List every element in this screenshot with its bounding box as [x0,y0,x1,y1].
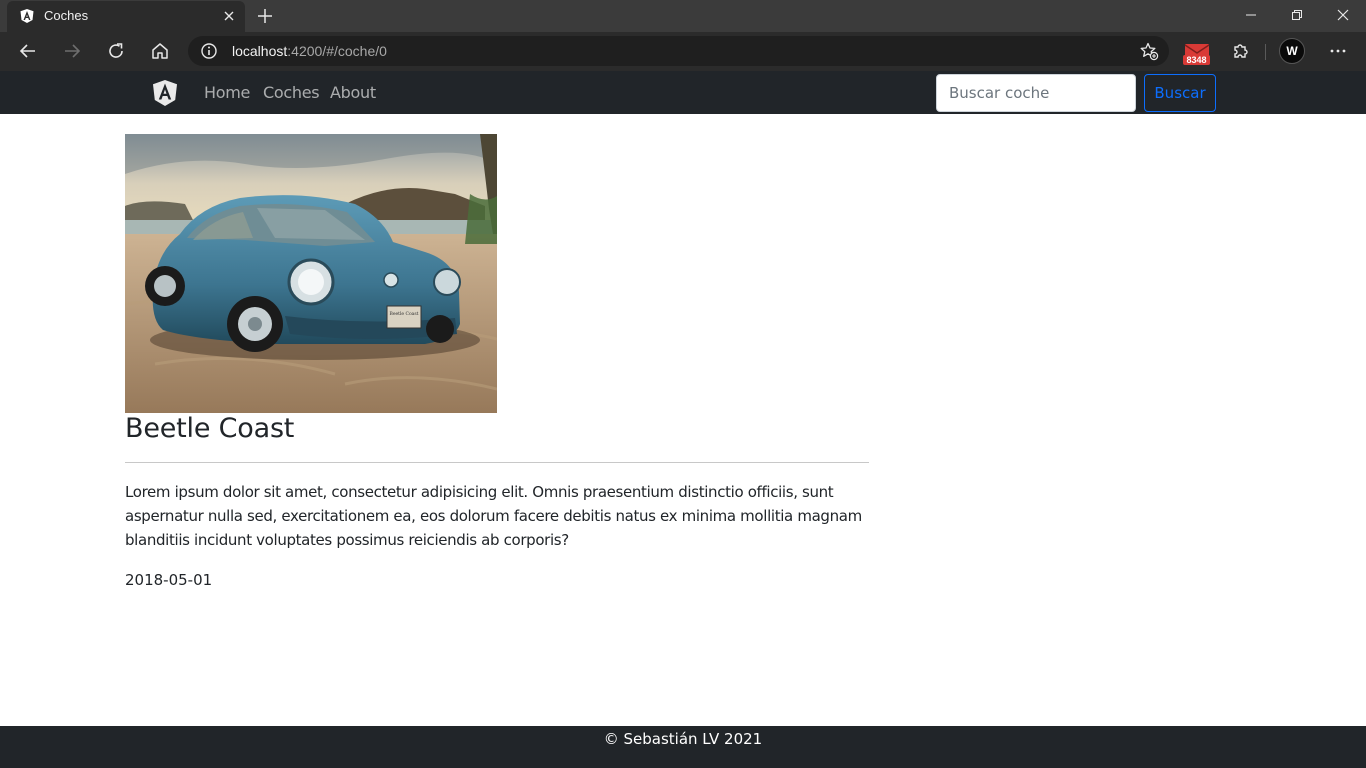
refresh-icon [109,43,123,58]
extensions-icon [1234,44,1248,58]
car-image: Beetle Coast [125,134,497,413]
extensions-button[interactable] [1229,39,1253,63]
search-input[interactable] [936,74,1136,112]
restore-button[interactable] [1274,0,1320,30]
back-icon [19,44,35,58]
more-icon [1330,49,1346,53]
home-button[interactable] [148,39,172,63]
back-button[interactable] [16,39,40,63]
url-host: localhost [232,43,288,59]
car-title: Beetle Coast [125,413,295,444]
add-favorite-icon[interactable] [1139,41,1159,61]
forward-button[interactable] [60,39,84,63]
url-path: :4200/#/coche/0 [287,43,387,59]
browser-tab[interactable]: Coches [7,1,245,32]
car-description: Lorem ipsum dolor sit amet, consectetur … [125,483,862,549]
nav-link-home[interactable]: Home [204,71,250,115]
info-icon[interactable] [200,42,218,60]
forward-icon [65,44,81,58]
footer-copyright: © Sebastián LV 2021 [603,730,763,748]
car-photo-illustration: Beetle Coast [125,134,497,413]
minimize-icon [1246,14,1256,16]
browser-tab-strip: Coches [0,0,1366,32]
close-window-button[interactable] [1320,0,1366,30]
address-bar[interactable]: localhost:4200/#/coche/0 [188,36,1169,66]
browser-toolbar: localhost:4200/#/coche/0 [0,32,1366,71]
more-button[interactable] [1326,39,1350,63]
url-text: localhost:4200/#/coche/0 [232,36,387,66]
mail-count-badge: 8348 [1183,55,1210,65]
title-divider [125,462,869,463]
nav-link-about[interactable]: About [330,71,376,115]
toolbar-separator [1265,44,1266,60]
minimize-button[interactable] [1228,0,1274,30]
license-plate-text: Beetle Coast [390,311,419,317]
search-button[interactable]: Buscar [1144,74,1216,112]
home-icon [152,43,168,59]
angular-logo-icon[interactable] [151,79,179,107]
angular-logo-icon [20,9,34,23]
tab-title: Coches [44,8,89,23]
footer: © Sebastián LV 2021 [0,726,1366,768]
refresh-button[interactable] [104,39,128,63]
nav-link-coches[interactable]: Coches [263,71,320,115]
app-navbar: Home Coches About Buscar [0,71,1366,114]
close-icon [1337,9,1349,21]
close-icon[interactable] [221,8,237,24]
profile-avatar[interactable]: W [1279,38,1305,64]
car-date: 2018-05-01 [125,571,213,589]
restore-icon [1292,10,1302,20]
plus-icon[interactable] [255,6,275,26]
